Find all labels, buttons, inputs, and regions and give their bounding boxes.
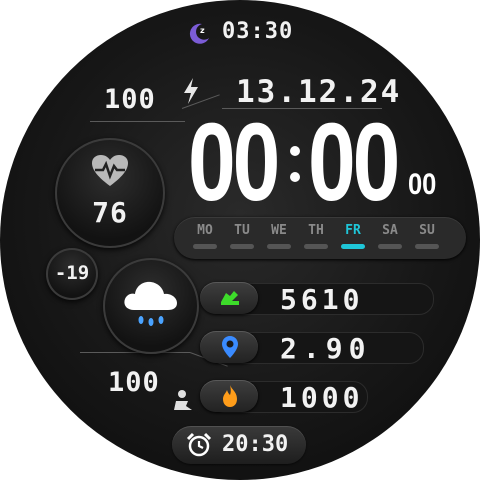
weekday-indicator <box>341 244 365 249</box>
moon-icon: z <box>189 23 209 44</box>
alarm-complication[interactable]: 20:30 <box>172 426 306 464</box>
flame-icon <box>223 385 237 407</box>
heart-rate-value: 76 <box>92 196 128 229</box>
weekday-indicator <box>378 244 402 249</box>
heart-rate-complication[interactable]: 76 <box>55 138 165 248</box>
seconds: 00 <box>408 168 437 201</box>
svg-text:z: z <box>200 26 205 35</box>
calories-value: 1000 <box>280 381 364 414</box>
weekday-indicator <box>304 244 328 249</box>
battery-value: 100 <box>104 84 156 115</box>
steps-icon-pill[interactable] <box>200 282 258 314</box>
divider-line <box>80 352 190 353</box>
rain-cloud-icon <box>124 281 177 326</box>
alarm-time: 20:30 <box>222 432 289 457</box>
minutes: 00 <box>308 101 400 224</box>
weekday-label: MO <box>197 223 213 238</box>
hours: 00 <box>188 101 280 224</box>
temperature-value: -19 <box>54 262 90 284</box>
temperature-complication[interactable]: -19 <box>46 248 98 300</box>
distance-value: 2.90 <box>280 332 372 365</box>
weekday-label: TU <box>234 223 250 238</box>
watch-face: z 03:30 100 13.12.24 00 00 00 76 MO TU WE T… <box>0 0 480 480</box>
divider-line <box>90 121 185 122</box>
weekday-label: SU <box>419 223 435 238</box>
weekday-label: WE <box>271 223 287 238</box>
steps-value: 5610 <box>280 283 364 316</box>
alarm-clock-icon <box>186 432 212 457</box>
colon-dot <box>290 172 300 182</box>
calories-icon-pill[interactable] <box>200 380 258 412</box>
person-icon <box>174 390 192 410</box>
weekday-label: SA <box>382 223 398 238</box>
heart-icon <box>92 155 128 186</box>
weekday-indicator <box>267 244 291 249</box>
distance-icon-pill[interactable] <box>200 331 258 363</box>
location-pin-icon <box>222 336 238 358</box>
weekday-indicator <box>230 244 254 249</box>
weekday-label: TH <box>308 223 324 238</box>
weekday-indicator <box>193 244 217 249</box>
stand-value: 100 <box>108 367 160 398</box>
sleep-time: 03:30 <box>222 19 294 44</box>
time-display: 00 00 00 <box>188 108 458 218</box>
weekday-bar: MO TU WE TH FR SA SU <box>174 217 466 259</box>
colon-dot <box>290 146 300 156</box>
weekday-indicator <box>415 244 439 249</box>
weekday-label: FR <box>345 223 361 238</box>
shoe-icon <box>221 291 239 305</box>
weather-complication[interactable] <box>103 258 199 354</box>
sleep-complication[interactable]: z 03:30 <box>186 19 296 49</box>
